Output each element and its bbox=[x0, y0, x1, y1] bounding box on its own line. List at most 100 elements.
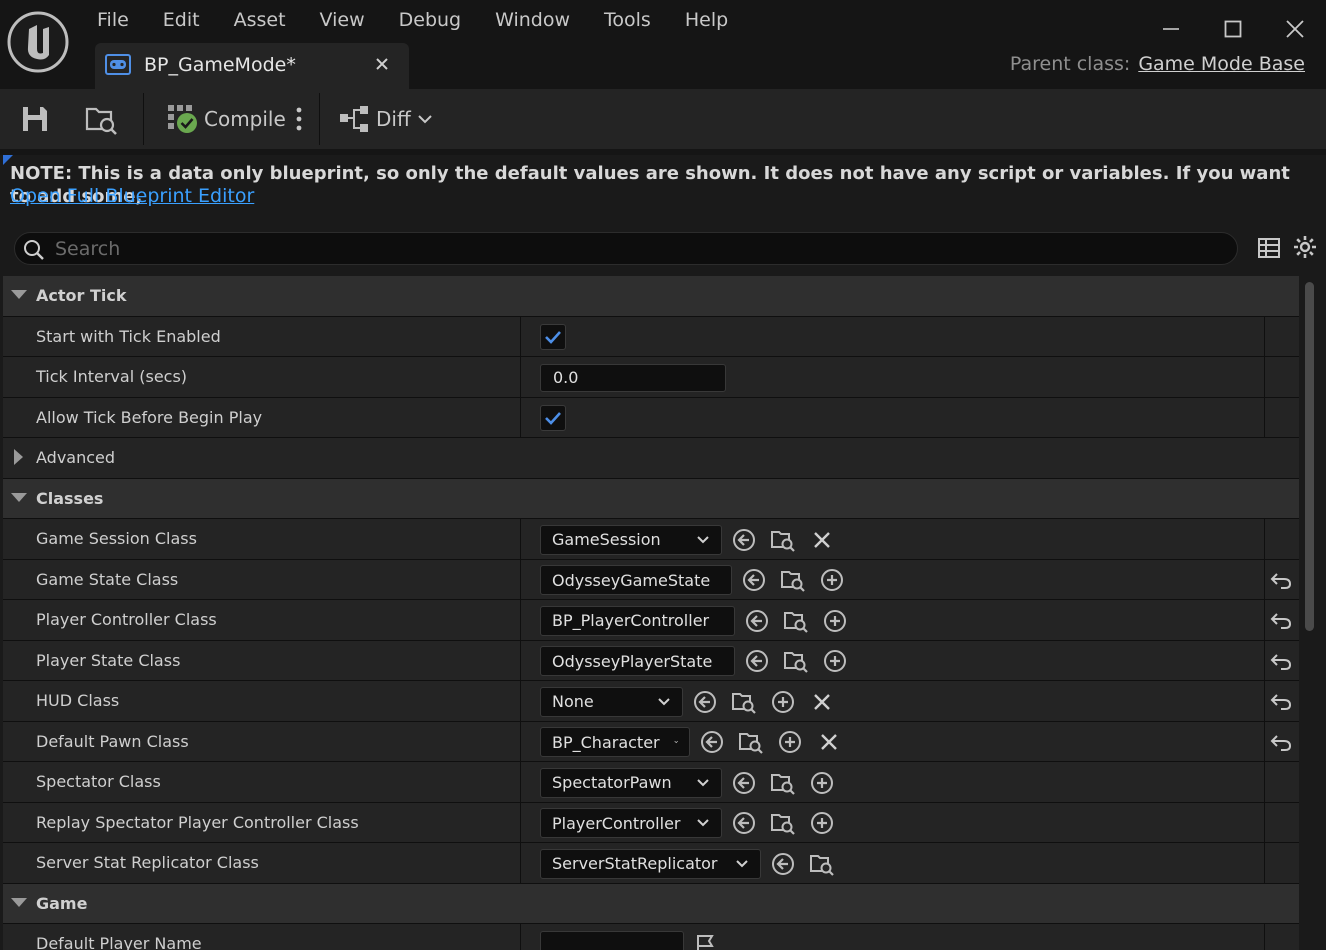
property-allow-tick-before-begin-play: Allow Tick Before Begin Play bbox=[3, 397, 1299, 438]
category-actor-tick[interactable]: Actor Tick bbox=[3, 276, 1299, 317]
browse-folder-icon[interactable] bbox=[739, 730, 763, 754]
gear-icon[interactable] bbox=[1293, 235, 1317, 259]
menu-asset[interactable]: Asset bbox=[217, 0, 303, 40]
property-matrix-icon[interactable] bbox=[1257, 236, 1281, 260]
save-button[interactable] bbox=[20, 89, 50, 149]
property-spectator-class: Spectator Class SpectatorPawn bbox=[3, 762, 1299, 803]
maximize-button[interactable] bbox=[1202, 0, 1264, 58]
checkmark-icon bbox=[545, 331, 561, 344]
clear-icon[interactable] bbox=[810, 690, 834, 714]
create-new-icon[interactable] bbox=[823, 649, 847, 673]
menu-file[interactable]: File bbox=[80, 0, 146, 40]
use-selected-icon[interactable] bbox=[732, 811, 756, 835]
clear-icon[interactable] bbox=[810, 528, 834, 552]
menu-debug[interactable]: Debug bbox=[382, 0, 478, 40]
open-full-blueprint-editor-link[interactable]: Open Full Blueprint Editor bbox=[10, 185, 254, 207]
search-box[interactable] bbox=[14, 232, 1238, 265]
browse-folder-icon[interactable] bbox=[810, 852, 834, 876]
use-selected-icon[interactable] bbox=[742, 568, 766, 592]
combo-value: PlayerController bbox=[552, 813, 681, 833]
use-selected-icon[interactable] bbox=[771, 852, 795, 876]
property-label: Spectator Class bbox=[36, 772, 161, 791]
menu-view[interactable]: View bbox=[303, 0, 382, 40]
default-player-name-field[interactable] bbox=[540, 930, 684, 950]
browse-folder-icon[interactable] bbox=[771, 528, 795, 552]
compile-options-button[interactable] bbox=[291, 89, 307, 149]
diff-icon bbox=[340, 106, 368, 132]
menu-help[interactable]: Help bbox=[668, 0, 745, 40]
close-window-button[interactable] bbox=[1264, 0, 1326, 58]
use-selected-icon[interactable] bbox=[732, 528, 756, 552]
use-selected-icon[interactable] bbox=[732, 771, 756, 795]
more-options-icon bbox=[296, 107, 302, 131]
diff-button[interactable]: Diff bbox=[338, 89, 433, 149]
default-pawn-class-combo[interactable]: BP_Character bbox=[540, 727, 690, 757]
browse-folder-icon[interactable] bbox=[771, 771, 795, 795]
close-icon bbox=[1286, 20, 1304, 38]
document-tab[interactable]: BP_GameMode* bbox=[95, 43, 409, 89]
property-label: Player State Class bbox=[36, 650, 181, 670]
reset-to-default-icon[interactable] bbox=[1269, 649, 1293, 673]
minimize-button[interactable] bbox=[1140, 0, 1202, 58]
use-selected-icon[interactable] bbox=[693, 690, 717, 714]
expand-arrow-icon bbox=[11, 492, 27, 502]
tick-interval-field[interactable]: 0.0 bbox=[540, 363, 726, 392]
close-tab-icon[interactable] bbox=[373, 55, 391, 73]
reset-to-default-icon[interactable] bbox=[1269, 608, 1293, 632]
menu-window[interactable]: Window bbox=[478, 0, 587, 40]
combo-value: OdysseyPlayerState bbox=[552, 651, 713, 671]
browse-folder-icon[interactable] bbox=[771, 811, 795, 835]
menu-tools[interactable]: Tools bbox=[587, 0, 668, 40]
parent-class-link[interactable]: Game Mode Base bbox=[1138, 53, 1305, 75]
reset-to-default-icon[interactable] bbox=[1269, 730, 1293, 754]
combo-value: BP_PlayerController bbox=[552, 611, 710, 630]
subcategory-advanced[interactable]: Advanced bbox=[3, 438, 1299, 479]
browse-folder-icon[interactable] bbox=[732, 690, 756, 714]
category-classes[interactable]: Classes bbox=[3, 478, 1299, 519]
use-selected-icon[interactable] bbox=[745, 649, 769, 673]
start-with-tick-enabled-checkbox[interactable] bbox=[540, 324, 566, 350]
create-new-icon[interactable] bbox=[820, 568, 844, 592]
property-player-controller-class: Player Controller Class BP_PlayerControl… bbox=[3, 600, 1299, 641]
replay-spectator-class-combo[interactable]: PlayerController bbox=[540, 808, 722, 838]
hud-class-combo[interactable]: None bbox=[540, 686, 683, 717]
chevron-down-icon bbox=[697, 778, 709, 786]
scrollbar-thumb[interactable] bbox=[1305, 282, 1314, 631]
document-tab-title: BP_GameMode* bbox=[144, 54, 296, 76]
property-default-pawn-class: Default Pawn Class BP_Character bbox=[3, 721, 1299, 762]
game-state-class-combo[interactable]: OdysseyGameState bbox=[540, 565, 732, 595]
property-replay-spectator-player-controller-class: Replay Spectator Player Controller Class… bbox=[3, 802, 1299, 843]
allow-tick-before-begin-play-checkbox[interactable] bbox=[540, 405, 566, 431]
chevron-down-icon bbox=[697, 819, 709, 827]
spectator-class-combo[interactable]: SpectatorPawn bbox=[540, 767, 722, 798]
game-session-class-combo[interactable]: GameSession bbox=[540, 524, 722, 555]
menu-edit[interactable]: Edit bbox=[146, 0, 217, 40]
combo-value: GameSession bbox=[552, 530, 661, 549]
clear-icon[interactable] bbox=[817, 730, 841, 754]
reset-to-default-icon[interactable] bbox=[1269, 568, 1293, 592]
create-new-icon[interactable] bbox=[778, 730, 802, 754]
browse-button[interactable] bbox=[85, 89, 119, 149]
player-controller-class-combo[interactable]: BP_PlayerController bbox=[540, 605, 735, 636]
use-selected-icon[interactable] bbox=[700, 730, 724, 754]
reset-to-default-icon[interactable] bbox=[1269, 689, 1293, 713]
chevron-down-icon bbox=[736, 859, 748, 867]
unreal-engine-logo-icon[interactable] bbox=[7, 11, 69, 73]
browse-folder-icon[interactable] bbox=[784, 649, 808, 673]
create-new-icon[interactable] bbox=[771, 690, 795, 714]
create-new-icon[interactable] bbox=[810, 771, 834, 795]
use-selected-icon[interactable] bbox=[745, 609, 769, 633]
property-label: Server Stat Replicator Class bbox=[36, 853, 259, 872]
combo-value: OdysseyGameState bbox=[552, 570, 711, 590]
search-input[interactable] bbox=[55, 235, 1225, 262]
category-game[interactable]: Game bbox=[3, 883, 1299, 924]
localization-flag-icon[interactable] bbox=[694, 933, 718, 950]
compile-button[interactable]: Compile bbox=[166, 89, 286, 149]
browse-folder-icon[interactable] bbox=[781, 568, 805, 592]
server-stat-replicator-class-combo[interactable]: ServerStatReplicator bbox=[540, 848, 761, 879]
browse-folder-icon[interactable] bbox=[784, 609, 808, 633]
player-state-class-combo[interactable]: OdysseyPlayerState bbox=[540, 646, 735, 676]
create-new-icon[interactable] bbox=[823, 609, 847, 633]
property-server-stat-replicator-class: Server Stat Replicator Class ServerStatR… bbox=[3, 843, 1299, 884]
create-new-icon[interactable] bbox=[810, 811, 834, 835]
